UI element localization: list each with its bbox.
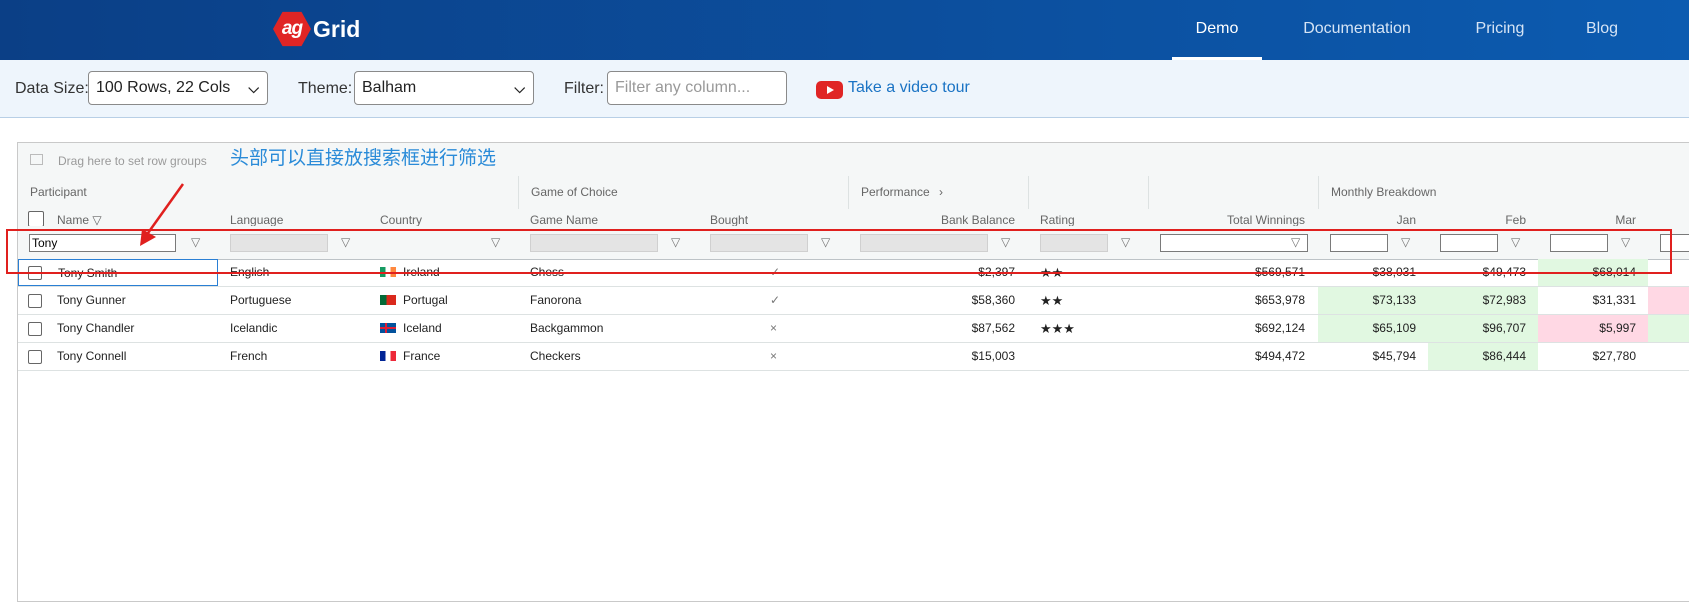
column-group-header-row: Participant Game of Choice Performance ›… — [18, 176, 1689, 210]
header-rating[interactable]: Rating — [1040, 213, 1075, 226]
cell-apr[interactable] — [1648, 343, 1689, 370]
video-tour-link[interactable]: Take a video tour — [848, 79, 970, 97]
demo-toolbar: Data Size: 100 Rows, 22 Cols ⌵ Theme: Ba… — [0, 60, 1689, 118]
cell-bought[interactable]: × — [770, 315, 800, 342]
country-label: Iceland — [403, 321, 442, 335]
theme-value: Balham — [362, 79, 417, 96]
column-header-row: Name ▽ Language Country Game Name Bought… — [18, 209, 1689, 226]
cell-feb[interactable]: $96,707 — [1428, 315, 1538, 342]
chevron-down-icon: ⌵ — [248, 80, 259, 96]
group-header-performance[interactable]: Performance › — [848, 176, 1028, 209]
cell-name[interactable]: Tony Connell — [18, 343, 218, 370]
header-mar[interactable]: Mar — [1538, 213, 1636, 226]
table-row[interactable]: Tony Connell French France Checkers × $15,003… — [18, 343, 1689, 371]
group-header-participant[interactable]: Participant — [18, 176, 518, 209]
country-label: France — [403, 349, 441, 363]
france-flag-icon — [380, 350, 396, 361]
expand-chevron-icon[interactable]: › — [939, 185, 943, 199]
logo-text: Grid — [313, 15, 361, 42]
cell-rating[interactable]: ★★ — [1040, 287, 1140, 314]
data-size-label: Data Size: — [15, 80, 89, 97]
group-header-blank-2 — [1148, 176, 1318, 209]
cell-rating[interactable]: ★★★ — [1040, 315, 1140, 342]
cell-name[interactable]: Tony Gunner — [18, 287, 218, 314]
annotation-text: 头部可以直接放搜索框进行筛选 — [230, 148, 497, 169]
cell-bought[interactable]: ✓ — [770, 287, 800, 314]
cell-rating[interactable] — [1040, 343, 1140, 370]
top-navbar: ag Grid Demo Documentation Pricing Blog — [0, 0, 1689, 60]
cell-country[interactable]: France — [380, 343, 520, 370]
cell-name[interactable]: Tony Chandler — [18, 315, 218, 342]
row-group-hint: Drag here to set row groups — [58, 154, 207, 168]
ag-grid-logo[interactable]: ag Grid — [273, 6, 360, 52]
filter-label: Filter: — [564, 80, 604, 97]
cell-total-winnings[interactable]: $692,124 — [1158, 315, 1305, 342]
cell-feb[interactable]: $72,983 — [1428, 287, 1538, 314]
filter-active-icon: ▽ — [92, 213, 102, 226]
header-bought[interactable]: Bought — [710, 213, 748, 226]
highlight-box — [6, 229, 1672, 274]
iceland-flag-icon — [380, 322, 396, 333]
table-row[interactable]: Tony Gunner Portuguese Portugal Fanorona ✓ $5… — [18, 287, 1689, 315]
cell-apr[interactable] — [1648, 315, 1689, 342]
header-bank-balance[interactable]: Bank Balance — [868, 213, 1015, 226]
group-header-game-of-choice[interactable]: Game of Choice — [518, 176, 848, 209]
cell-apr[interactable] — [1648, 287, 1689, 314]
logo-hexagon-icon: ag — [273, 11, 311, 47]
cell-mar[interactable]: $31,331 — [1538, 287, 1648, 314]
cell-bank-balance[interactable]: $15,003 — [868, 343, 1015, 370]
performance-label: Performance — [861, 185, 930, 199]
portugal-flag-icon — [380, 294, 396, 305]
group-panel-icon — [30, 154, 43, 165]
cell-game[interactable]: Checkers — [530, 343, 700, 370]
header-language[interactable]: Language — [230, 213, 283, 226]
cell-mar[interactable]: $5,997 — [1538, 315, 1648, 342]
header-feb[interactable]: Feb — [1428, 213, 1526, 226]
quick-filter-input[interactable]: Filter any column... — [607, 71, 787, 105]
cell-game[interactable]: Backgammon — [530, 315, 700, 342]
header-country[interactable]: Country — [380, 213, 422, 226]
cell-jan[interactable]: $45,794 — [1318, 343, 1428, 370]
cell-jan[interactable]: $73,133 — [1318, 287, 1428, 314]
table-row[interactable]: Tony Chandler Icelandic Iceland Backgammon ×… — [18, 315, 1689, 343]
header-total-winnings[interactable]: Total Winnings — [1158, 213, 1305, 226]
select-all-checkbox[interactable] — [28, 211, 44, 226]
country-label: Portugal — [403, 293, 448, 307]
theme-select[interactable]: Balham ⌵ — [354, 71, 534, 105]
nav-blog[interactable]: Blog — [1576, 0, 1628, 60]
cell-jan[interactable]: $65,109 — [1318, 315, 1428, 342]
nav-demo[interactable]: Demo — [1172, 0, 1262, 60]
data-size-select[interactable]: 100 Rows, 22 Cols ⌵ — [88, 71, 268, 105]
cell-feb[interactable]: $86,444 — [1428, 343, 1538, 370]
theme-label: Theme: — [298, 80, 353, 97]
cell-bank-balance[interactable]: $87,562 — [868, 315, 1015, 342]
cell-bought[interactable]: × — [770, 343, 800, 370]
nav-pricing[interactable]: Pricing — [1455, 0, 1545, 60]
header-name-label: Name — [57, 213, 90, 226]
cell-game[interactable]: Fanorona — [530, 287, 700, 314]
cell-total-winnings[interactable]: $653,978 — [1158, 287, 1305, 314]
nav-documentation[interactable]: Documentation — [1290, 0, 1424, 60]
data-size-value: 100 Rows, 22 Cols — [96, 79, 231, 96]
header-name[interactable]: Name ▽ — [57, 213, 102, 226]
cell-language[interactable]: French — [230, 343, 370, 370]
data-grid: Drag here to set row groups Participant … — [17, 142, 1689, 602]
chevron-down-icon: ⌵ — [514, 80, 525, 96]
cell-language[interactable]: Icelandic — [230, 315, 370, 342]
cell-country[interactable]: Iceland — [380, 315, 520, 342]
header-game-name[interactable]: Game Name — [530, 213, 598, 226]
group-header-blank — [1028, 176, 1148, 209]
cell-bank-balance[interactable]: $58,360 — [868, 287, 1015, 314]
cell-total-winnings[interactable]: $494,472 — [1158, 343, 1305, 370]
cell-mar[interactable]: $27,780 — [1538, 343, 1648, 370]
cell-language[interactable]: Portuguese — [230, 287, 370, 314]
cell-country[interactable]: Portugal — [380, 287, 520, 314]
group-header-monthly-breakdown[interactable]: Monthly Breakdown — [1318, 176, 1689, 209]
header-jan[interactable]: Jan — [1318, 213, 1416, 226]
youtube-icon[interactable] — [816, 81, 843, 99]
